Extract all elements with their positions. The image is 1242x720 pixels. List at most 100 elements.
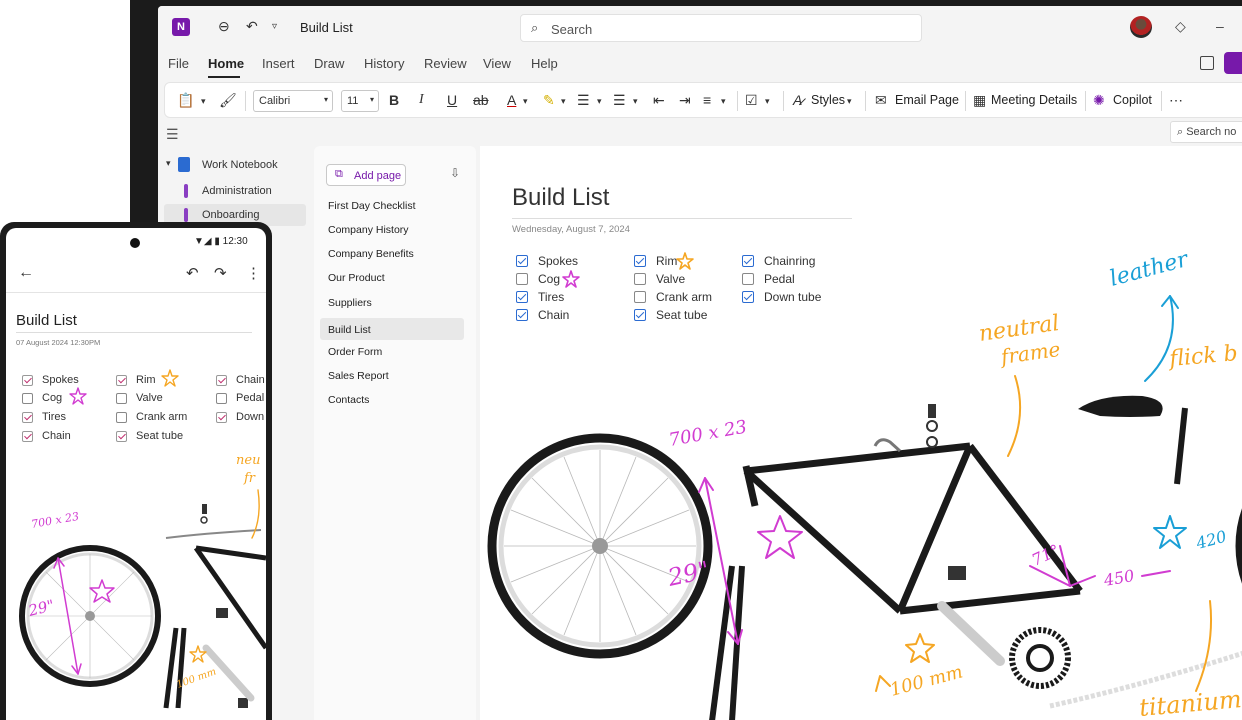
page-item[interactable]: First Day Checklist [320,194,464,216]
seat-shape [1078,395,1188,485]
tag-dropdown-icon[interactable]: ▾ [765,96,770,107]
ink-flick: flick b [1166,341,1238,372]
bike-frame-shape [742,442,1083,615]
tab-help[interactable]: Help [531,56,558,71]
paste-dropdown-icon[interactable]: ▾ [201,96,206,107]
ribbon-divider [865,91,866,111]
page-item[interactable]: Order Form [320,340,464,362]
sort-icon[interactable]: ⇩ [450,166,460,180]
quick-access-dropdown-icon[interactable]: ▿ [272,21,277,32]
add-page-button[interactable]: ⧉ Add page [326,164,406,186]
bullet-dropdown-icon[interactable]: ▾ [597,96,602,107]
underline-button[interactable]: U [447,92,457,108]
email-icon[interactable]: ✉ [875,92,887,109]
chainring-shape [1009,627,1071,689]
italic-button[interactable]: I [419,92,424,108]
search-input[interactable]: ⌕ Search [520,14,922,42]
align-icon[interactable]: ≡ [703,92,711,108]
tab-view[interactable]: View [483,56,511,71]
copilot-button[interactable]: Copilot [1113,93,1152,107]
add-page-icon: ⧉ [335,168,343,180]
numbered-list-icon[interactable]: ☰ [613,92,626,109]
phone-device: ▼◢ ▮ 12:30 ← ↶ ↷ ⋮ Build List 07 August … [0,222,272,720]
ink-size: 700 x 23 [667,417,748,451]
tab-review[interactable]: Review [424,56,467,71]
format-painter-icon[interactable]: 🖌 [219,92,237,109]
more-options-icon[interactable]: ⋯ [1169,92,1183,109]
page-item[interactable]: Sales Report [320,364,464,386]
star-ink-icon [69,369,179,405]
sticky-notes-icon[interactable] [1200,56,1214,70]
ink-crank: 100 mm [888,661,965,700]
notebook-work[interactable]: ▾ Work Notebook [164,154,306,176]
ink-size: 700 x 23 [30,510,80,531]
minimize-icon[interactable]: – [1216,18,1224,34]
styles-icon[interactable]: A̷ [793,92,802,108]
page-item-selected[interactable]: Build List [320,318,464,340]
bike-illustration: leather neutral frame flick b 700 x 23 2… [487,247,1242,720]
phone-screen: ▼◢ ▮ 12:30 ← ↶ ↷ ⋮ Build List 07 August … [6,228,266,720]
add-page-label: Add page [354,170,402,182]
copilot-icon[interactable]: ✺ [1093,92,1105,109]
meeting-details-button[interactable]: Meeting Details [991,93,1077,107]
chevron-down-icon[interactable]: ▾ [166,158,171,169]
section-administration[interactable]: Administration [164,180,306,202]
font-size-select[interactable]: 11 ▾ [341,90,379,112]
undo-icon[interactable]: ↶ [246,18,258,35]
crank-arm-shape [937,566,1005,666]
back-icon[interactable]: ⊖ [218,18,230,35]
share-button[interactable] [1224,52,1242,74]
ribbon-divider [737,91,738,111]
meeting-details-icon[interactable]: ▦ [973,92,986,109]
premium-diamond-icon[interactable]: ◇ [1175,18,1186,35]
font-color-dropdown-icon[interactable]: ▾ [523,96,528,107]
highlighter-dropdown-icon[interactable]: ▾ [561,96,566,107]
page-item[interactable]: Contacts [320,388,464,410]
handlebar-stem-shape [873,404,938,453]
tab-file[interactable]: File [168,56,189,71]
note-canvas[interactable]: Build List Wednesday, August 7, 2024 Spo… [480,146,1242,720]
user-avatar[interactable] [1130,16,1152,38]
tab-draw[interactable]: Draw [314,56,344,71]
page-item[interactable]: Company History [320,218,464,240]
ribbon-divider [245,91,246,111]
styles-dropdown-icon[interactable]: ▾ [847,96,852,107]
active-tab-indicator [208,76,240,78]
home-ribbon: 📋 ▾ 🖌 Calibri ▾ 11 ▾ B I U ab A ▾ ✎ ▾ ☰ ▾ … [164,82,1242,118]
onenote-window: N ⊖ ↶ ▿ Build List ⌕ Search ◇ – File Hom… [158,6,1242,720]
section-color-marker [184,184,188,198]
font-name-select[interactable]: Calibri ▾ [253,90,333,112]
search-notes-input[interactable]: ⌕ Search no [1170,121,1242,143]
page-item[interactable]: Suppliers [320,291,464,313]
ink-420: 420 [1193,527,1228,554]
notebook-label: Work Notebook [202,159,278,171]
styles-button[interactable]: Styles [811,93,845,107]
front-wheel-shape [487,433,713,659]
navigation-toggle-icon[interactable]: ☰ [166,126,179,143]
marketing-composite: N ⊖ ↶ ▿ Build List ⌕ Search ◇ – File Hom… [0,0,1242,720]
tab-history[interactable]: History [364,56,404,71]
menu-tabs: File Home Insert Draw History Review Vie… [158,50,1242,78]
page-item[interactable]: Our Product [320,266,464,288]
bullet-list-icon[interactable]: ☰ [577,92,590,109]
increase-indent-icon[interactable]: ⇥ [679,92,691,109]
email-page-button[interactable]: Email Page [895,93,959,107]
onenote-app-icon: N [172,18,190,36]
font-color-button[interactable]: A [507,92,516,108]
bold-button[interactable]: B [389,92,399,108]
tab-home[interactable]: Home [208,56,244,71]
ribbon-divider [1161,91,1162,111]
ink-leather: leather [1107,247,1192,292]
strikethrough-button[interactable]: ab [473,92,489,108]
tab-insert[interactable]: Insert [262,56,295,71]
page-item[interactable]: Company Benefits [320,242,464,264]
decrease-indent-icon[interactable]: ⇤ [653,92,665,109]
tag-icon[interactable]: ☑ [745,92,758,109]
highlighter-icon[interactable]: ✎ [543,92,555,109]
numbered-dropdown-icon[interactable]: ▾ [633,96,638,107]
search-icon: ⌕ [1177,126,1187,138]
ribbon-divider [1085,91,1086,111]
section-label: Administration [202,185,272,197]
paste-icon[interactable]: 📋 [177,92,194,109]
align-dropdown-icon[interactable]: ▾ [721,96,726,107]
